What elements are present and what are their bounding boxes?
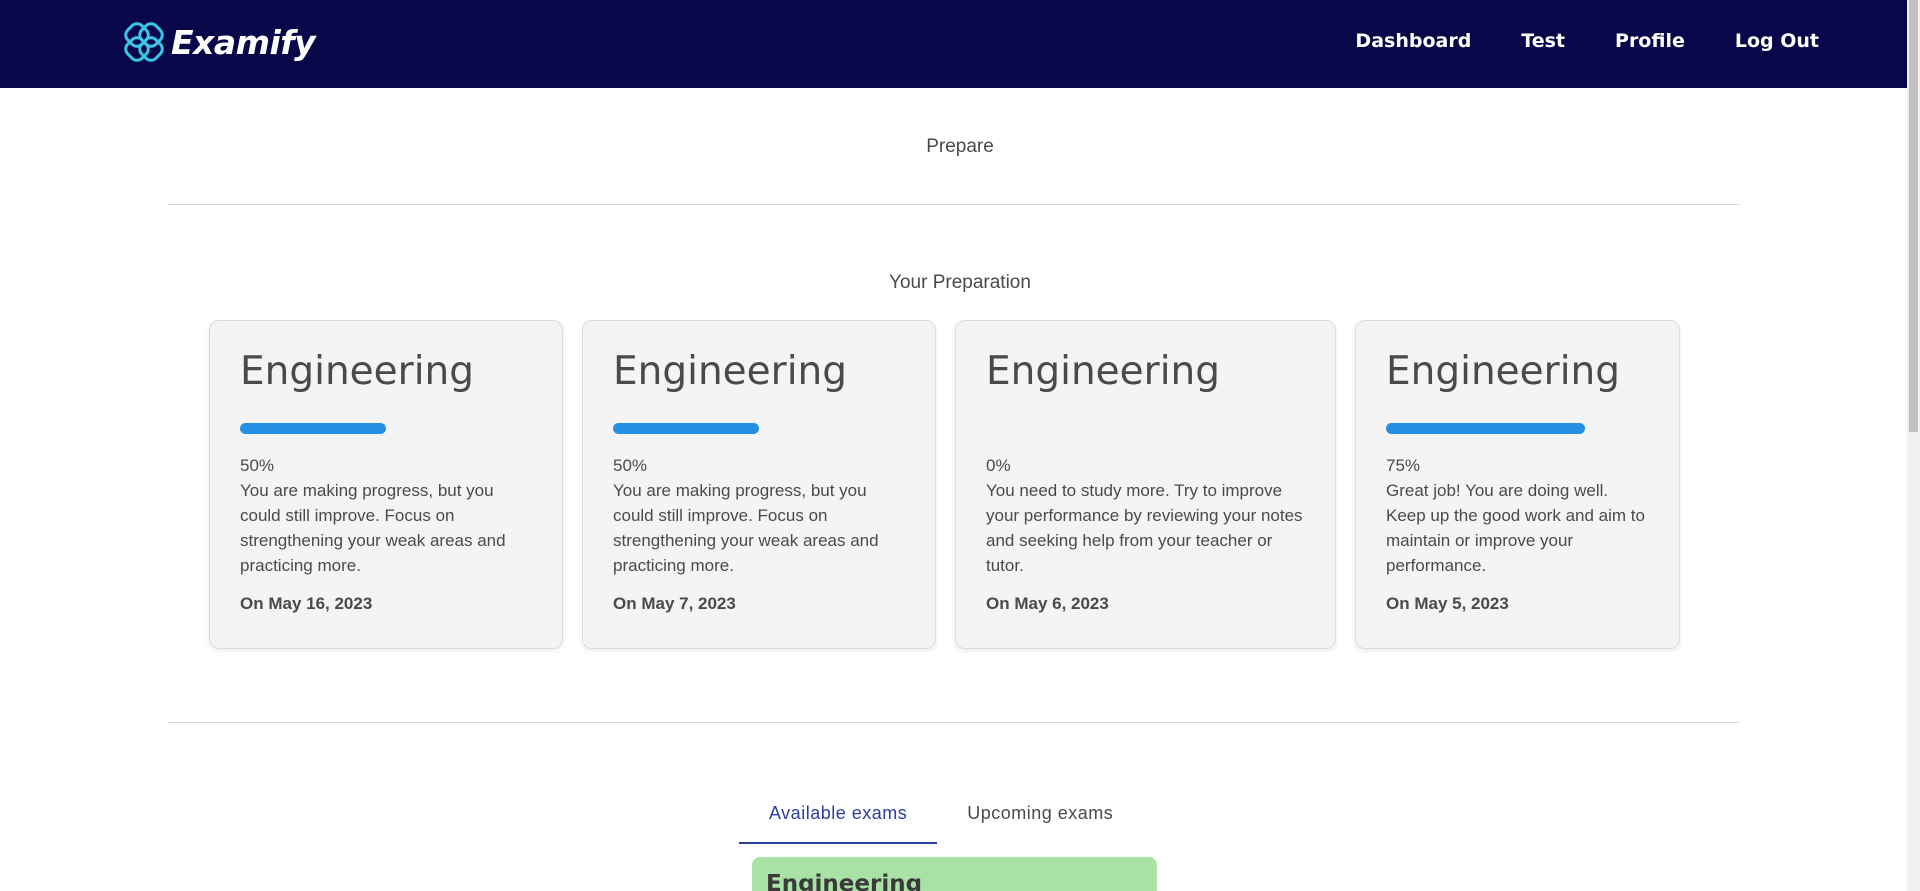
tab-upcoming-exams[interactable]: Upcoming exams — [937, 785, 1143, 844]
exam-tabs: Available exams Upcoming exams — [739, 785, 1143, 844]
card-percent: 50% — [240, 456, 275, 475]
preparation-card: Engineering 75% Great job! You are doing… — [1355, 320, 1680, 649]
card-title: Engineering — [613, 349, 847, 394]
card-percent: 50% — [613, 456, 648, 475]
nav-test-link[interactable]: Test — [1521, 30, 1565, 52]
nav-profile-link[interactable]: Profile — [1615, 30, 1685, 52]
exam-card[interactable]: Engineering — [752, 857, 1157, 891]
divider — [168, 204, 1739, 205]
card-message: You are making progress, but you could s… — [240, 481, 506, 575]
progress-fill — [1386, 423, 1585, 434]
progress-bar — [613, 423, 905, 434]
progress-bar — [240, 423, 532, 434]
tab-available-exams[interactable]: Available exams — [739, 785, 938, 844]
card-message: You are making progress, but you could s… — [613, 481, 879, 575]
divider — [168, 722, 1739, 723]
card-date: On May 5, 2023 — [1386, 594, 1509, 613]
card-percent: 75% — [1386, 456, 1421, 475]
your-preparation-heading: Your Preparation — [889, 272, 1031, 293]
brand[interactable]: Examify — [123, 20, 316, 64]
card-message: You need to study more. Try to improve y… — [986, 481, 1303, 575]
nav-logout-link[interactable]: Log Out — [1735, 30, 1819, 52]
card-date: On May 7, 2023 — [613, 594, 736, 613]
progress-bar — [986, 423, 1305, 434]
progress-fill — [240, 423, 386, 434]
card-date: On May 16, 2023 — [240, 594, 373, 613]
preparation-card: Engineering 0% You need to study more. T… — [955, 320, 1336, 649]
card-date: On May 6, 2023 — [986, 594, 1109, 613]
examify-logo-icon — [124, 22, 164, 62]
nav-dashboard-link[interactable]: Dashboard — [1355, 30, 1471, 52]
nav-links: Dashboard Test Profile Log Out — [1305, 30, 1819, 52]
top-navbar: Examify Dashboard Test Profile Log Out — [0, 0, 1907, 88]
scrollbar-thumb[interactable] — [1909, 0, 1918, 432]
progress-bar — [1386, 423, 1649, 434]
prepare-heading: Prepare — [926, 136, 994, 157]
preparation-card: Engineering 50% You are making progress,… — [582, 320, 936, 649]
brand-name: Examify — [171, 22, 316, 62]
card-percent: 0% — [986, 456, 1011, 475]
card-message: Great job! You are doing well. Keep up t… — [1386, 481, 1645, 575]
card-title: Engineering — [240, 349, 474, 394]
progress-fill — [613, 423, 759, 434]
exam-title: Engineering — [766, 871, 923, 891]
page-scrollbar[interactable] — [1907, 0, 1920, 891]
card-title: Engineering — [1386, 349, 1620, 394]
card-title: Engineering — [986, 349, 1220, 394]
preparation-card: Engineering 50% You are making progress,… — [209, 320, 563, 649]
